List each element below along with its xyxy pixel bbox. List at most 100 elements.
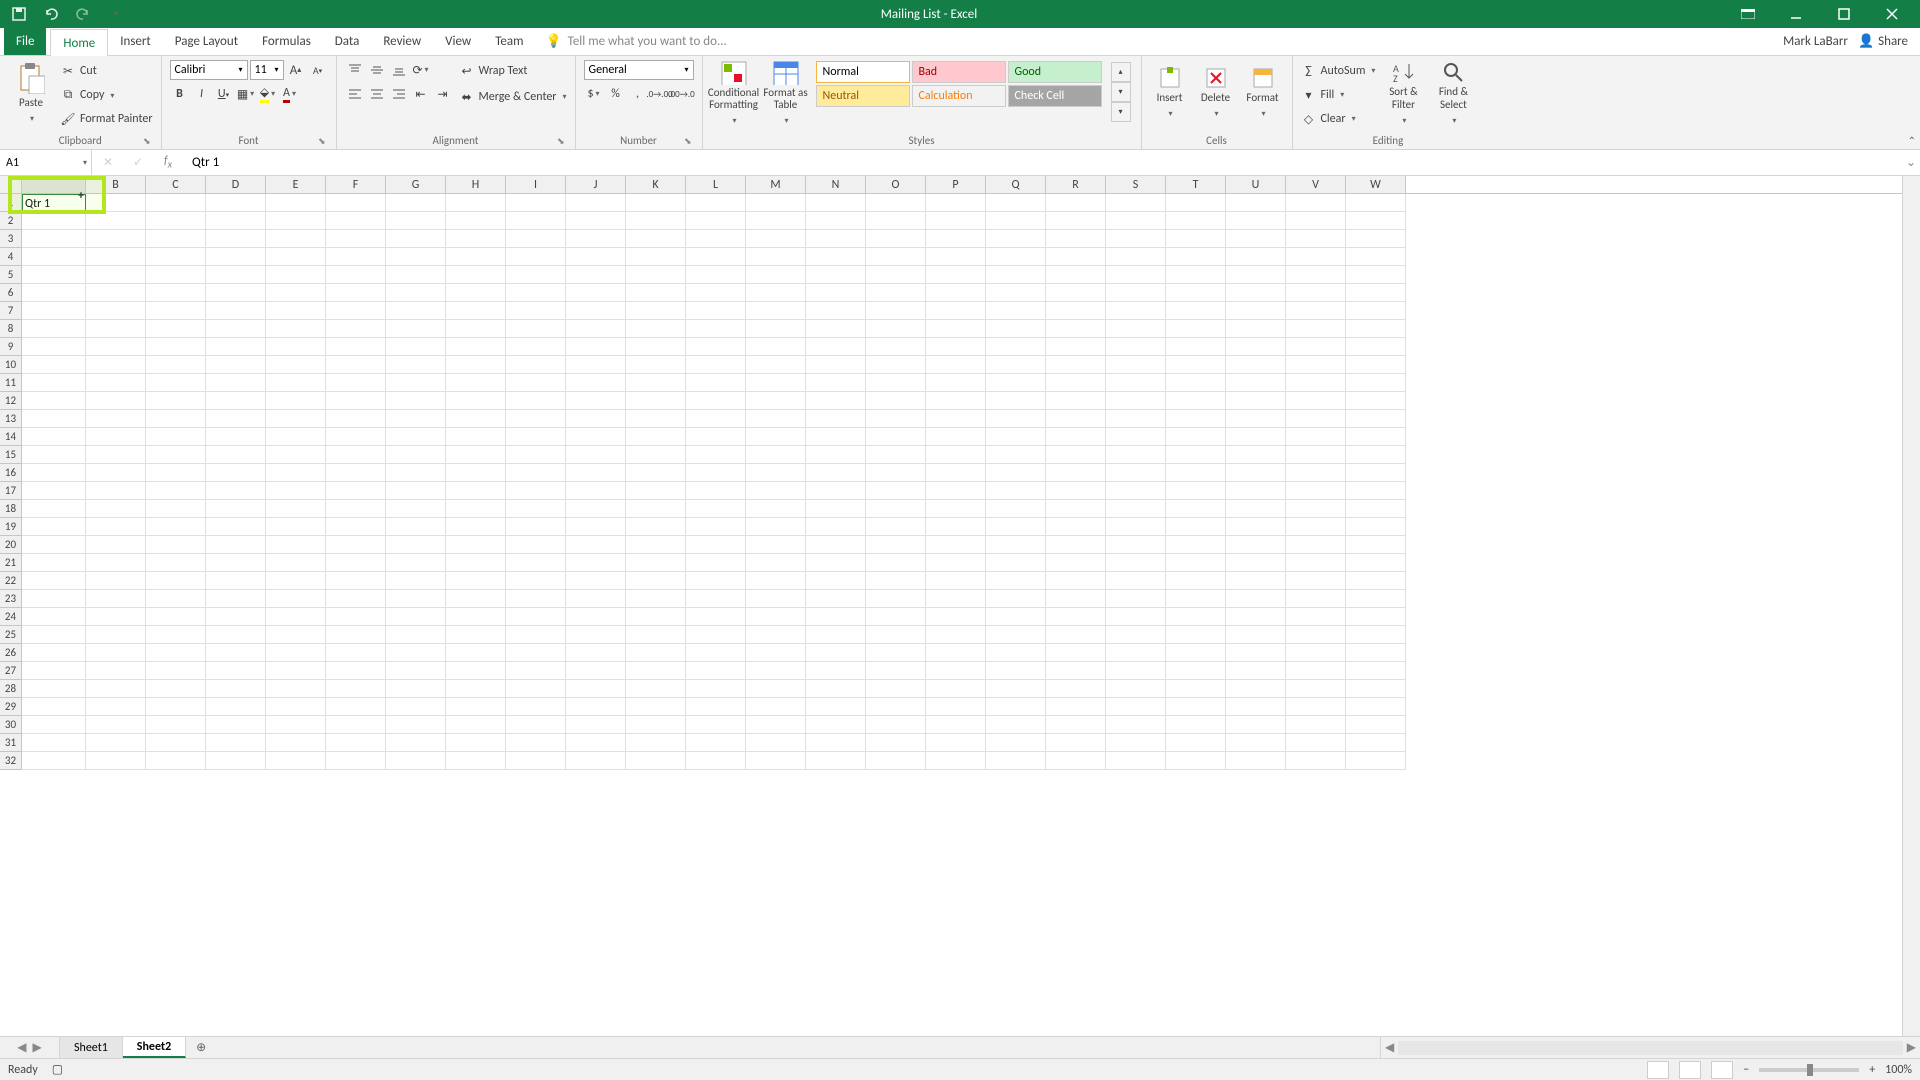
cell[interactable] bbox=[866, 734, 926, 752]
cell[interactable] bbox=[686, 554, 746, 572]
cell[interactable] bbox=[1226, 320, 1286, 338]
cell[interactable] bbox=[1106, 752, 1166, 770]
cell[interactable] bbox=[806, 428, 866, 446]
cell[interactable] bbox=[1286, 680, 1346, 698]
row-header[interactable]: 1 bbox=[0, 194, 22, 212]
cell[interactable] bbox=[266, 662, 326, 680]
cell-style-calculation[interactable]: Calculation bbox=[912, 85, 1006, 107]
row-header[interactable]: 32 bbox=[0, 752, 22, 770]
cell[interactable] bbox=[446, 734, 506, 752]
cell[interactable] bbox=[926, 716, 986, 734]
cell[interactable] bbox=[746, 374, 806, 392]
cell[interactable] bbox=[626, 572, 686, 590]
cell[interactable] bbox=[326, 536, 386, 554]
cell[interactable] bbox=[746, 662, 806, 680]
row-header[interactable]: 23 bbox=[0, 590, 22, 608]
align-middle-button[interactable] bbox=[367, 60, 387, 80]
cell[interactable] bbox=[1106, 626, 1166, 644]
cell[interactable] bbox=[566, 392, 626, 410]
cell[interactable] bbox=[1046, 302, 1106, 320]
row-header[interactable]: 8 bbox=[0, 320, 22, 338]
cell[interactable] bbox=[146, 194, 206, 212]
cell[interactable] bbox=[1346, 356, 1406, 374]
cell[interactable] bbox=[1046, 266, 1106, 284]
cell[interactable] bbox=[626, 716, 686, 734]
cell[interactable] bbox=[986, 338, 1046, 356]
cell[interactable] bbox=[806, 410, 866, 428]
cell[interactable] bbox=[1226, 194, 1286, 212]
row-header[interactable]: 7 bbox=[0, 302, 22, 320]
cell[interactable] bbox=[686, 482, 746, 500]
cell[interactable] bbox=[1046, 212, 1106, 230]
cell[interactable] bbox=[686, 752, 746, 770]
cell[interactable] bbox=[866, 392, 926, 410]
styles-scroll-up[interactable]: ▴ bbox=[1111, 62, 1131, 82]
cell[interactable] bbox=[1226, 338, 1286, 356]
cell[interactable] bbox=[146, 320, 206, 338]
cell[interactable] bbox=[22, 410, 86, 428]
cell[interactable] bbox=[386, 248, 446, 266]
formula-bar[interactable]: Qtr 1 bbox=[184, 150, 1902, 175]
cell[interactable] bbox=[386, 572, 446, 590]
cell[interactable] bbox=[266, 590, 326, 608]
cell[interactable] bbox=[86, 338, 146, 356]
cell[interactable] bbox=[746, 248, 806, 266]
cell[interactable] bbox=[266, 536, 326, 554]
cell[interactable] bbox=[686, 194, 746, 212]
cell[interactable] bbox=[986, 356, 1046, 374]
cell[interactable] bbox=[806, 194, 866, 212]
cell[interactable] bbox=[1346, 608, 1406, 626]
cell[interactable] bbox=[446, 554, 506, 572]
row-header[interactable]: 24 bbox=[0, 608, 22, 626]
cell[interactable] bbox=[806, 302, 866, 320]
cell[interactable] bbox=[1166, 554, 1226, 572]
cell[interactable] bbox=[146, 752, 206, 770]
cell[interactable] bbox=[22, 266, 86, 284]
cell[interactable] bbox=[22, 338, 86, 356]
cell[interactable] bbox=[326, 392, 386, 410]
cell[interactable] bbox=[986, 212, 1046, 230]
cell[interactable] bbox=[1106, 392, 1166, 410]
cell[interactable] bbox=[22, 626, 86, 644]
cell[interactable] bbox=[626, 500, 686, 518]
cell[interactable] bbox=[446, 230, 506, 248]
undo-icon[interactable] bbox=[42, 5, 60, 23]
cell[interactable] bbox=[1346, 554, 1406, 572]
cell[interactable] bbox=[566, 320, 626, 338]
cell[interactable] bbox=[1226, 518, 1286, 536]
cell[interactable] bbox=[746, 554, 806, 572]
cell[interactable] bbox=[326, 230, 386, 248]
cell[interactable] bbox=[506, 266, 566, 284]
cell[interactable] bbox=[506, 284, 566, 302]
cell[interactable] bbox=[1166, 500, 1226, 518]
cell[interactable] bbox=[1286, 266, 1346, 284]
cell[interactable] bbox=[1106, 680, 1166, 698]
cell[interactable] bbox=[746, 482, 806, 500]
cell[interactable] bbox=[146, 554, 206, 572]
col-header[interactable]: P bbox=[926, 176, 986, 193]
cell[interactable] bbox=[806, 374, 866, 392]
cell[interactable] bbox=[1346, 320, 1406, 338]
cell[interactable] bbox=[686, 428, 746, 446]
cell[interactable] bbox=[1346, 428, 1406, 446]
cell[interactable] bbox=[386, 536, 446, 554]
cell[interactable] bbox=[326, 644, 386, 662]
cell[interactable] bbox=[206, 626, 266, 644]
scroll-right-icon[interactable]: ▶ bbox=[1903, 1040, 1920, 1055]
cell[interactable] bbox=[266, 338, 326, 356]
cell[interactable] bbox=[86, 212, 146, 230]
cell[interactable] bbox=[86, 644, 146, 662]
col-header[interactable]: H bbox=[446, 176, 506, 193]
cell[interactable] bbox=[1226, 266, 1286, 284]
cell[interactable] bbox=[1106, 536, 1166, 554]
cell[interactable] bbox=[86, 374, 146, 392]
cell[interactable] bbox=[1106, 338, 1166, 356]
percent-button[interactable]: % bbox=[606, 84, 626, 104]
cell[interactable] bbox=[446, 212, 506, 230]
cell[interactable] bbox=[386, 698, 446, 716]
cell[interactable] bbox=[1226, 374, 1286, 392]
cell[interactable] bbox=[1046, 554, 1106, 572]
horizontal-scrollbar[interactable]: ◀ ▶ bbox=[1380, 1037, 1920, 1058]
cell[interactable] bbox=[386, 284, 446, 302]
cell[interactable] bbox=[506, 356, 566, 374]
